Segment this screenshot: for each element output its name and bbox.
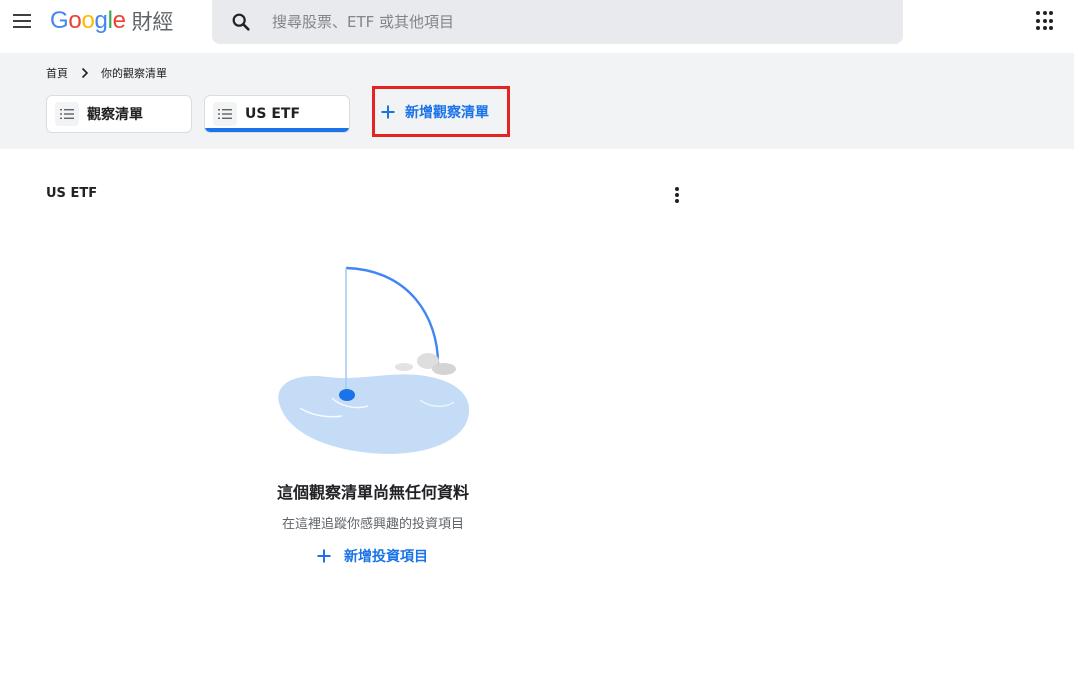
list-icon bbox=[55, 102, 79, 126]
new-watchlist-label: 新增觀察清單 bbox=[405, 104, 489, 121]
empty-state-subtitle: 在這裡追蹤你感興趣的投資項目 bbox=[281, 517, 464, 532]
tab-label: US ETF bbox=[245, 106, 301, 122]
tab-us-etf[interactable]: US ETF bbox=[204, 95, 350, 133]
logo-letter: G bbox=[50, 7, 69, 34]
logo-letter: o bbox=[81, 7, 95, 34]
new-watchlist-button[interactable]: 新增觀察清單 bbox=[372, 86, 510, 137]
add-investment-label: 新增投資項目 bbox=[344, 549, 428, 565]
chevron-right-icon bbox=[81, 67, 89, 79]
list-icon bbox=[213, 102, 237, 126]
logo-letter: g bbox=[94, 7, 108, 34]
apps-icon[interactable] bbox=[1036, 11, 1056, 31]
search-icon[interactable] bbox=[230, 11, 252, 33]
logo-letter: o bbox=[68, 7, 82, 34]
empty-state-illustration bbox=[278, 266, 470, 454]
tab-label: 觀察清單 bbox=[87, 107, 143, 123]
more-vert-icon[interactable] bbox=[667, 183, 687, 207]
watchlist-header: 首頁 你的觀察清單 觀察清單 US ETF 新增觀察清單 bbox=[0, 53, 1074, 149]
empty-state-title: 這個觀察清單尚無任何資料 bbox=[276, 483, 469, 502]
breadcrumb: 首頁 你的觀察清單 bbox=[46, 65, 167, 81]
plus-icon bbox=[317, 549, 331, 563]
breadcrumb-home[interactable]: 首頁 bbox=[46, 65, 68, 81]
plus-icon bbox=[381, 105, 395, 118]
add-investment-button[interactable]: 新增投資項目 bbox=[316, 545, 428, 567]
watchlist-title: US ETF bbox=[46, 186, 98, 201]
logo-letter: e bbox=[112, 7, 126, 34]
search-box[interactable] bbox=[212, 0, 903, 44]
menu-icon[interactable] bbox=[10, 9, 34, 33]
top-bar: G o o g l e 財經 bbox=[0, 0, 1074, 53]
search-input[interactable] bbox=[270, 12, 850, 32]
product-name: 財經 bbox=[131, 10, 174, 34]
breadcrumb-current: 你的觀察清單 bbox=[101, 67, 167, 80]
tab-watchlist[interactable]: 觀察清單 bbox=[46, 95, 192, 133]
google-finance-logo[interactable]: G o o g l e 財經 bbox=[50, 6, 173, 36]
